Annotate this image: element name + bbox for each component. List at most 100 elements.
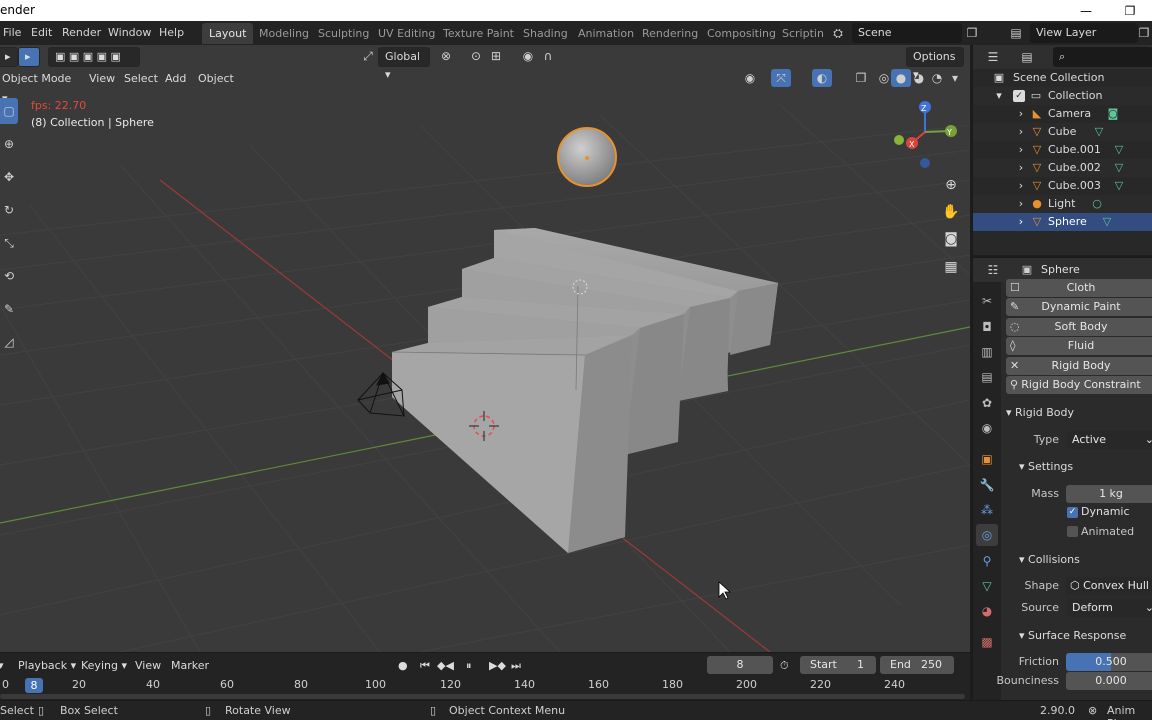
- outliner-item-cube-003[interactable]: › ▽ Cube.003 ▽: [973, 177, 1152, 195]
- outliner-item-light[interactable]: › ● Light ○: [973, 195, 1152, 213]
- rotate-tool-icon[interactable]: ↻: [0, 197, 18, 223]
- tab-uv-editing[interactable]: UV Editing: [371, 23, 442, 44]
- expand-chevron-icon[interactable]: ›: [1015, 180, 1027, 192]
- select-mode-buttons[interactable]: ▣ ▣ ▣ ▣ ▣: [48, 47, 140, 67]
- overlays-icon[interactable]: ◐: [812, 69, 832, 87]
- zoom-icon[interactable]: ⊕: [940, 174, 962, 196]
- timeline-ruler[interactable]: 0 8 20 40 60 80 100 120 140 160 180 200 …: [0, 678, 970, 694]
- tab-shading[interactable]: Shading: [516, 23, 575, 44]
- proportional-editing-icon[interactable]: ◉: [518, 47, 538, 65]
- menu-help[interactable]: Help: [159, 26, 184, 39]
- maximize-button[interactable]: ❐: [1108, 0, 1152, 21]
- snap-target-icon[interactable]: ⊞: [486, 47, 506, 65]
- outliner-editor-icon[interactable]: ☰: [983, 48, 1003, 66]
- data-tab-icon[interactable]: ▽: [976, 575, 998, 597]
- jump-keyframe-forward-icon[interactable]: ▶◆: [489, 657, 506, 675]
- texture-tab-icon[interactable]: ▩: [976, 631, 998, 653]
- collisions-panel-header[interactable]: ▾ Collisions: [1019, 553, 1080, 566]
- menu-render[interactable]: Render: [62, 26, 101, 39]
- tab-texture-paint[interactable]: Texture Paint: [436, 23, 521, 44]
- menu-file[interactable]: File: [3, 26, 21, 39]
- jump-keyframe-back-icon[interactable]: ◆◀: [437, 657, 454, 675]
- solid-shading-icon[interactable]: ●: [891, 69, 911, 87]
- scene-tab-icon[interactable]: ✿: [976, 392, 998, 414]
- constraints-tab-icon[interactable]: ⚲: [976, 550, 998, 572]
- menu-view[interactable]: View: [89, 69, 115, 89]
- settings-panel-header[interactable]: ▾ Settings: [1019, 460, 1073, 473]
- menu-playback[interactable]: Playback ▾: [18, 657, 76, 675]
- current-frame-field[interactable]: 8: [707, 656, 773, 674]
- options-dropdown[interactable]: Options ▾: [906, 47, 964, 81]
- mesh-data-icon[interactable]: ▽: [1113, 144, 1125, 156]
- material-tab-icon[interactable]: ◕: [976, 600, 998, 622]
- material-shading-icon[interactable]: ◕: [909, 69, 929, 87]
- scene-icon[interactable]: ⛭: [828, 24, 848, 42]
- menu-edit[interactable]: Edit: [31, 26, 52, 39]
- timeline-scrollbar[interactable]: [0, 694, 965, 699]
- expand-chevron-icon[interactable]: ›: [1015, 108, 1027, 120]
- rigid-body-button[interactable]: ✕ Rigid Body: [1006, 357, 1152, 375]
- view-layer-icon[interactable]: ▤: [1006, 24, 1026, 42]
- surface-response-panel-header[interactable]: ▾ Surface Response: [1019, 629, 1126, 642]
- current-frame-indicator[interactable]: 8: [25, 678, 43, 693]
- light-data-icon[interactable]: ○: [1091, 198, 1103, 210]
- record-button-icon[interactable]: ●: [398, 657, 408, 675]
- animated-checkbox[interactable]: [1067, 526, 1078, 537]
- pan-hand-icon[interactable]: ✋: [940, 201, 962, 223]
- output-tab-icon[interactable]: ▥: [976, 341, 998, 363]
- cursor-tool-icon[interactable]: ⊕: [0, 131, 18, 157]
- falloff-icon[interactable]: ∩: [538, 47, 558, 65]
- shape-dropdown[interactable]: ⬡ Convex Hull: [1066, 577, 1152, 595]
- jump-end-icon[interactable]: ⏭: [511, 657, 521, 675]
- scene-selector[interactable]: Scene: [852, 23, 962, 43]
- scale-tool-icon[interactable]: ⤡: [0, 230, 18, 256]
- minimize-button[interactable]: —: [1064, 0, 1108, 21]
- sphere-object[interactable]: [557, 127, 617, 187]
- outliner-item-camera[interactable]: › ◣ Camera ◙: [973, 105, 1152, 123]
- stairs-mesh[interactable]: [391, 228, 778, 553]
- tab-rendering[interactable]: Rendering: [635, 23, 705, 44]
- expand-chevron-icon[interactable]: ›: [1015, 126, 1027, 138]
- expand-chevron-icon[interactable]: ›: [1015, 198, 1027, 210]
- timeline-editor-icon[interactable]: ▾: [0, 657, 4, 675]
- mesh-data-icon[interactable]: ▽: [1113, 162, 1125, 174]
- scene-collection-row[interactable]: ▣ Scene Collection: [973, 69, 1152, 87]
- tab-layout[interactable]: Layout: [202, 23, 254, 44]
- menu-keying[interactable]: Keying ▾: [81, 657, 127, 675]
- rendered-shading-icon[interactable]: ◔: [927, 69, 947, 87]
- jump-start-icon[interactable]: ⏮: [420, 657, 430, 675]
- modifier-tab-icon[interactable]: 🔧: [976, 474, 998, 496]
- move-tool-icon[interactable]: ✥: [0, 164, 18, 190]
- view-layer-tab-icon[interactable]: ▤: [976, 366, 998, 388]
- camera-view-icon[interactable]: ◙: [940, 228, 962, 250]
- dynamic-paint-button[interactable]: ✎ Dynamic Paint: [1006, 298, 1152, 316]
- particles-tab-icon[interactable]: ⁂: [976, 499, 998, 521]
- pivot-point-icon[interactable]: ⊗: [436, 47, 456, 65]
- properties-editor-icon[interactable]: ☷: [983, 261, 1003, 279]
- expand-chevron-icon[interactable]: ›: [1015, 216, 1027, 228]
- visibility-eye-icon[interactable]: ◉: [740, 69, 760, 87]
- xray-icon[interactable]: ❐: [851, 69, 871, 87]
- fluid-button[interactable]: ◊ Fluid: [1006, 337, 1152, 355]
- tab-sculpting[interactable]: Sculpting: [311, 23, 376, 44]
- bounciness-slider[interactable]: 0.000: [1066, 672, 1152, 690]
- transform-tool-icon[interactable]: ⟲: [0, 263, 18, 289]
- collection-row[interactable]: ▾ ✓ ▭ Collection: [973, 87, 1152, 105]
- select-tool-icon[interactable]: ▸: [18, 47, 40, 67]
- soft-body-button[interactable]: ◌ Soft Body: [1006, 318, 1152, 336]
- outliner-item-cube[interactable]: › ▽ Cube ▽: [973, 123, 1152, 141]
- type-dropdown[interactable]: Active ⌄: [1066, 431, 1152, 449]
- rigid-body-panel-header[interactable]: ▾ Rigid Body: [1006, 406, 1074, 419]
- world-tab-icon[interactable]: ◉: [976, 417, 998, 439]
- tool-tab-icon[interactable]: ✂: [976, 290, 998, 312]
- expand-chevron-icon[interactable]: ▾: [993, 90, 1005, 102]
- render-tab-icon[interactable]: ◘: [976, 316, 998, 338]
- 3d-viewport[interactable]: Z Y X ▸ ▸ ▣ ▣ ▣ ▣ ▣ ⤢ Global ▾ ⊗ ⊙ ⊞ ◉ ∩…: [0, 45, 970, 652]
- stopwatch-icon[interactable]: ⏱: [780, 657, 789, 675]
- measure-tool-icon[interactable]: ◿: [0, 329, 18, 355]
- collection-checkbox[interactable]: ✓: [1013, 90, 1025, 102]
- physics-tab-icon[interactable]: ◎: [976, 524, 998, 546]
- friction-slider[interactable]: 0.500: [1066, 653, 1152, 671]
- tab-animation[interactable]: Animation: [571, 23, 641, 44]
- copy-view-layer-icon[interactable]: ❐: [1134, 24, 1152, 42]
